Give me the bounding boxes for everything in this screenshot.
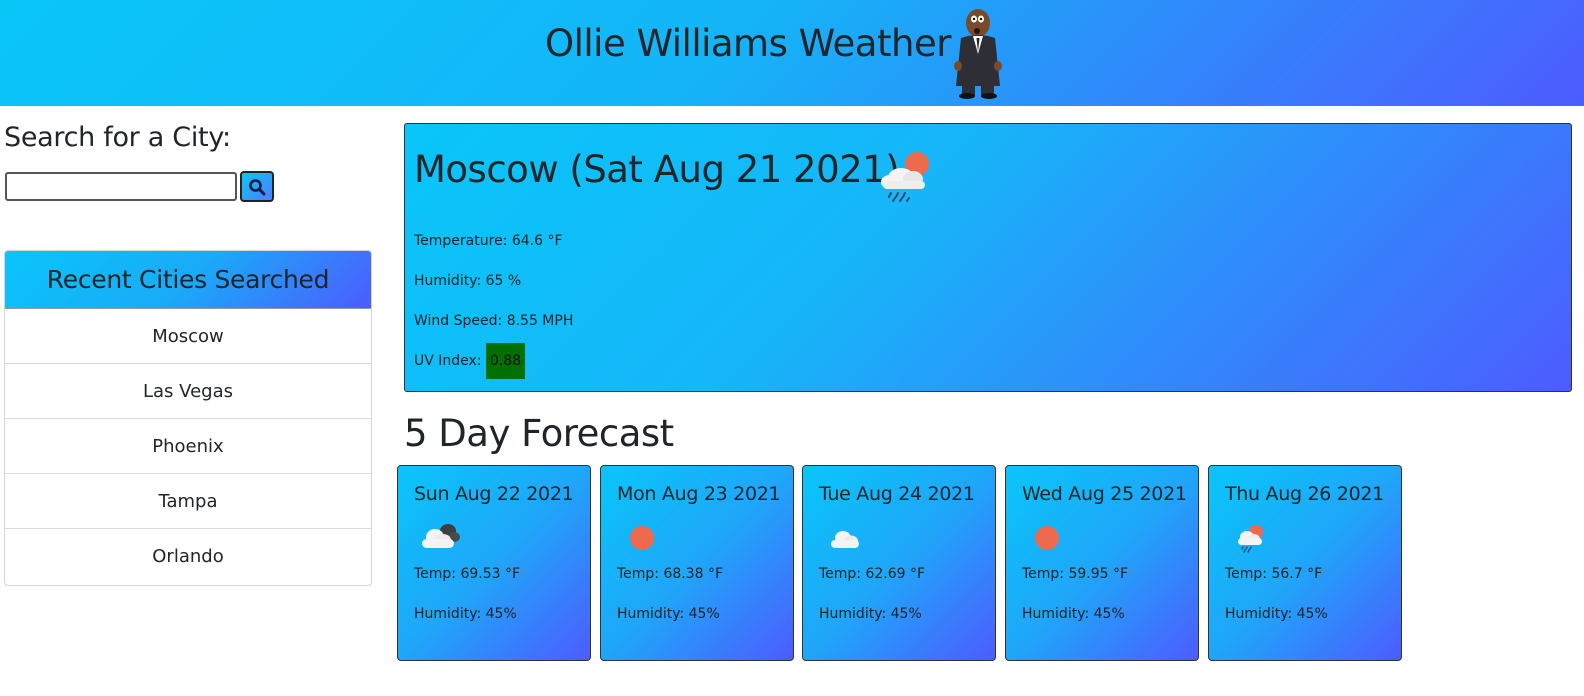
current-weather-card: Moscow (Sat Aug 21 2021) Temperature: 64… [404, 123, 1572, 392]
search-label: Search for a City: [4, 122, 231, 153]
mascot-icon [954, 9, 1002, 99]
forecast-temp: Temp: 69.53 °F [414, 566, 521, 582]
forecast-temp: Temp: 59.95 °F [1022, 566, 1129, 582]
forecast-humidity: Humidity: 45% [1225, 606, 1328, 622]
current-city-title: Moscow (Sat Aug 21 2021) [414, 148, 900, 191]
forecast-date: Thu Aug 26 2021 [1225, 483, 1384, 505]
rain-cloud-sun-icon [881, 152, 929, 202]
header-banner: Ollie Williams Weather [0, 0, 1584, 106]
forecast-humidity: Humidity: 45% [617, 606, 720, 622]
forecast-temp: Temp: 68.38 °F [617, 566, 724, 582]
forecast-day-card: Wed Aug 25 2021 Temp: 59.95 °F Humidity:… [1005, 465, 1199, 661]
forecast-date: Wed Aug 25 2021 [1022, 483, 1187, 505]
forecast-temp: Temp: 56.7 °F [1225, 566, 1323, 582]
recent-city-item[interactable]: Las Vegas [5, 364, 371, 419]
forecast-heading: 5 Day Forecast [404, 412, 674, 455]
forecast-date: Mon Aug 23 2021 [617, 483, 781, 505]
current-humidity: Humidity: 65 % [414, 273, 522, 289]
recent-city-item[interactable]: Orlando [5, 529, 371, 584]
recent-cities-panel: Recent Cities Searched Moscow Las Vegas … [4, 250, 372, 586]
app-title: Ollie Williams Weather [545, 22, 951, 65]
forecast-day-card: Thu Aug 26 2021 Temp: 56.7 °F Humidity: … [1208, 465, 1402, 661]
recent-cities-header: Recent Cities Searched [5, 251, 371, 309]
forecast-temp: Temp: 62.69 °F [819, 566, 926, 582]
uv-index-label: UV Index: [414, 353, 482, 369]
forecast-day-card: Sun Aug 22 2021 Temp: 69.53 °F Humidity:… [397, 465, 591, 661]
sun-icon [1035, 526, 1059, 550]
forecast-date: Sun Aug 22 2021 [414, 483, 574, 505]
recent-city-item[interactable]: Moscow [5, 309, 371, 364]
sun-icon [630, 526, 654, 550]
uv-index-badge: 0.88 [486, 343, 526, 379]
search-button[interactable] [240, 171, 274, 202]
recent-city-item[interactable]: Phoenix [5, 419, 371, 474]
recent-city-item[interactable]: Tampa [5, 474, 371, 529]
recent-cities-heading: Recent Cities Searched [46, 265, 330, 294]
broken-clouds-icon [422, 524, 460, 548]
forecast-humidity: Humidity: 45% [819, 606, 922, 622]
cloud-icon [831, 531, 859, 548]
rain-cloud-sun-icon [1238, 525, 1263, 553]
uv-index-row: UV Index: 0.88 [414, 343, 526, 379]
forecast-humidity: Humidity: 45% [414, 606, 517, 622]
city-search-input[interactable] [5, 172, 237, 201]
forecast-day-card: Tue Aug 24 2021 Temp: 62.69 °F Humidity:… [802, 465, 996, 661]
current-wind-speed: Wind Speed: 8.55 MPH [414, 313, 574, 329]
forecast-day-card: Mon Aug 23 2021 Temp: 68.38 °F Humidity:… [600, 465, 794, 661]
forecast-date: Tue Aug 24 2021 [819, 483, 975, 505]
forecast-humidity: Humidity: 45% [1022, 606, 1125, 622]
current-temperature: Temperature: 64.6 °F [414, 233, 563, 249]
search-icon [249, 178, 266, 195]
